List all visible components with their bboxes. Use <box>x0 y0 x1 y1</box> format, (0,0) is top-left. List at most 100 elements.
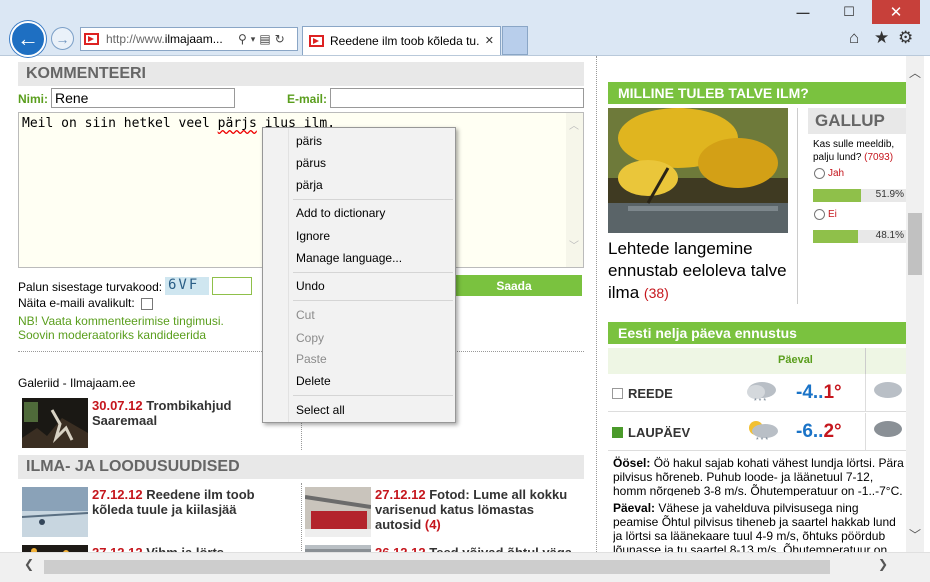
comment-scrollbar[interactable]: ︿ ﹀ <box>566 113 583 267</box>
ctx-delete[interactable]: Delete <box>296 374 331 388</box>
submit-button[interactable]: Saada <box>446 275 582 296</box>
forecast-day-name: LAUPÄEV <box>628 425 691 440</box>
poll-option-no[interactable]: Ei <box>814 209 837 220</box>
news-item[interactable]: 27.12.12 Fotod: Lume all kokku varisenud… <box>305 487 585 537</box>
tab-active[interactable]: Reedene ilm toob kõleda tu... ✕ <box>302 26 501 55</box>
gallery-label: Galeriid - Ilmajaam.ee <box>18 376 136 390</box>
feature-comment-count[interactable]: (38) <box>644 285 669 301</box>
new-tab-button[interactable] <box>502 26 528 55</box>
back-button[interactable]: ← <box>10 21 46 57</box>
divider <box>797 108 798 304</box>
day-label: Päeval: <box>613 501 656 515</box>
gallery-thumbnail[interactable] <box>22 398 88 448</box>
close-window-button[interactable]: ✕ <box>872 0 920 24</box>
comment-count[interactable]: (4) <box>425 517 441 532</box>
cloud-snow-icon <box>874 421 902 437</box>
expand-day-checkbox[interactable] <box>612 427 623 438</box>
favorites-star-icon[interactable]: ★ <box>874 28 889 48</box>
search-icon[interactable]: ⚲ <box>238 32 247 46</box>
captcha-input[interactable] <box>212 277 252 295</box>
compat-view-icon[interactable]: ▤ <box>259 32 270 46</box>
forecast-day-row[interactable]: LAUPÄEV * * * -6..2° <box>608 413 906 451</box>
ctx-paste[interactable]: Paste <box>296 352 327 366</box>
feature-image[interactable] <box>608 108 788 233</box>
scroll-up-icon[interactable]: ︿ <box>909 64 921 81</box>
vertical-scrollbar[interactable]: ︿ ﹀ <box>906 56 924 552</box>
name-label: Nimi: <box>18 92 48 106</box>
gallup-poll: GALLUP Kas sulle meeldib, palju lund? (7… <box>808 108 908 304</box>
news-thumbnail[interactable] <box>22 487 88 537</box>
sun-cloud-snow-icon: * * * <box>749 421 778 443</box>
arrow-right-icon: → <box>55 30 70 47</box>
forecast-temperature: -4..1° <box>796 382 842 404</box>
site-favicon-icon <box>84 33 99 45</box>
minimize-button[interactable]: — <box>780 0 826 24</box>
comment-heading: KOMMENTEERI <box>18 62 584 86</box>
scroll-left-icon[interactable]: ❮ <box>24 557 34 571</box>
expand-day-checkbox[interactable] <box>612 388 623 399</box>
browser-chrome: — ☐ ✕ ← → http://www.ilmajaam... ⚲ ▾ ▤ ↻… <box>0 0 930 57</box>
ctx-suggestion[interactable]: päris <box>296 134 322 148</box>
feature-title[interactable]: Lehtede langemine ennustab eeloleva talv… <box>608 239 787 302</box>
tab-title: Reedene ilm toob kõleda tu... <box>330 34 480 48</box>
poll-bar-yes: 51.9% <box>813 189 906 202</box>
captcha-image: 6VF <box>165 277 209 295</box>
ctx-cut[interactable]: Cut <box>296 308 315 322</box>
web-page: KOMMENTEERI Nimi: E-mail: Meil on siin h… <box>0 56 930 582</box>
gear-icon[interactable]: ⚙ <box>898 28 913 48</box>
ctx-suggestion[interactable]: pärja <box>296 178 323 192</box>
ctx-select-all[interactable]: Select all <box>296 403 345 417</box>
home-icon[interactable]: ⌂ <box>849 28 859 48</box>
news-thumbnail[interactable] <box>305 487 371 537</box>
refresh-icon[interactable]: ↻ <box>275 32 285 46</box>
ctx-manage-language[interactable]: Manage language... <box>296 251 402 265</box>
scroll-right-icon[interactable]: ❯ <box>878 557 888 571</box>
gallup-heading: GALLUP <box>808 108 908 134</box>
news-heading: ILMA- JA LOODUSUUDISED <box>18 455 584 479</box>
forecast-header-row: Päeval <box>608 348 906 374</box>
maximize-button[interactable]: ☐ <box>826 0 872 24</box>
moderator-link[interactable]: Soovin moderaatoriks kandideerida <box>18 328 206 342</box>
ctx-add-to-dictionary[interactable]: Add to dictionary <box>296 206 385 220</box>
misspelled-word[interactable]: pärjs <box>218 116 257 131</box>
poll-radio-no[interactable] <box>814 209 825 220</box>
feature-heading: MILLINE TULEB TALVE ILM? <box>608 82 906 104</box>
news-item[interactable]: 27.12.12 Reedene ilm toob kõleda tuule j… <box>22 487 292 537</box>
ctx-copy[interactable]: Copy <box>296 331 324 345</box>
feature-title-block[interactable]: Lehtede langemine ennustab eeloleva talv… <box>608 238 788 304</box>
show-email-checkbox[interactable] <box>141 298 153 310</box>
forecast-column-label: Päeval <box>778 354 813 366</box>
poll-option-yes[interactable]: Jah <box>814 168 844 179</box>
svg-text:* * *: * * * <box>754 398 766 404</box>
forecast-day-row[interactable]: REEDE * * * -4..1° <box>608 374 906 412</box>
address-text[interactable]: http://www.ilmajaam... <box>106 32 234 46</box>
ctx-ignore[interactable]: Ignore <box>296 229 330 243</box>
forward-button[interactable]: → <box>51 27 74 50</box>
arrow-left-icon: ← <box>17 26 39 51</box>
terms-link[interactable]: NB! Vaata kommenteerimise tingimusi. <box>18 314 224 328</box>
day-forecast-text: Päeval: Vähese ja vahelduva pilvisusega … <box>613 501 906 557</box>
email-input[interactable] <box>330 88 584 108</box>
night-forecast-text: Öösel: Öö hakul sajab kohati vähest lund… <box>613 456 906 496</box>
night-text: Öö hakul sajab kohati vähest lundja lört… <box>613 456 904 496</box>
address-bar[interactable]: http://www.ilmajaam... ⚲ ▾ ▤ ↻ <box>80 27 298 51</box>
scroll-down-icon[interactable]: ﹀ <box>909 526 921 543</box>
dropdown-icon[interactable]: ▾ <box>251 34 256 45</box>
poll-radio-yes[interactable] <box>814 168 825 179</box>
ctx-undo[interactable]: Undo <box>296 279 325 293</box>
gallery-item-text[interactable]: 30.07.12 Trombikahjud Saaremaal <box>92 398 262 448</box>
tab-close-icon[interactable]: ✕ <box>485 34 494 47</box>
gallery-item[interactable]: 30.07.12 Trombikahjud Saaremaal <box>22 398 262 448</box>
name-input[interactable] <box>51 88 235 108</box>
forecast-temperature: -6..2° <box>796 421 842 443</box>
address-domain: ilmajaam... <box>164 32 223 46</box>
vertical-scroll-thumb[interactable] <box>908 213 922 275</box>
forecast-day-name: REEDE <box>628 386 673 401</box>
ctx-separator <box>293 300 453 301</box>
horizontal-scrollbar[interactable]: ❮ ❯ <box>0 552 930 582</box>
email-label: E-mail: <box>287 92 328 106</box>
poll-percent: 51.9% <box>875 189 904 200</box>
horizontal-scroll-thumb[interactable] <box>44 560 830 574</box>
ctx-suggestion[interactable]: pärus <box>296 156 326 170</box>
poll-option-label: Ei <box>828 209 837 221</box>
